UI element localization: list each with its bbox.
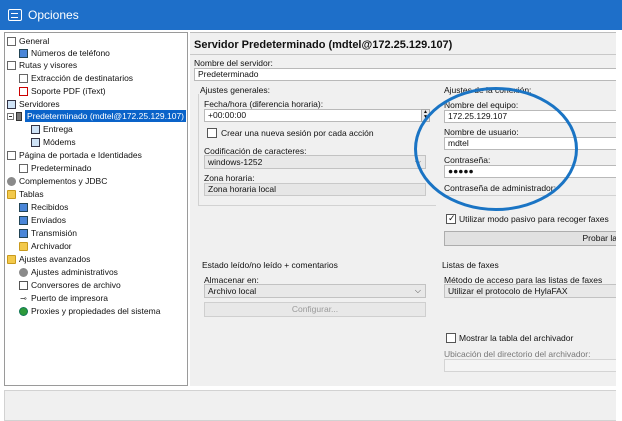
tree-item-sent[interactable]: Enviados bbox=[19, 214, 66, 226]
settings-page-icon bbox=[7, 36, 16, 46]
phone-book-icon bbox=[19, 48, 28, 58]
tree-item-received[interactable]: Recibidos bbox=[19, 201, 68, 213]
tree-item-default-identity[interactable]: Predeterminado bbox=[19, 162, 91, 174]
sent-icon bbox=[19, 215, 28, 225]
tree-item-routes-viewers[interactable]: Rutas y visores bbox=[7, 59, 77, 71]
passive-mode-label: Utilizar modo pasivo para recoger faxes bbox=[459, 214, 609, 224]
chevron-down-icon: ⌵ bbox=[414, 157, 421, 166]
transmission-icon bbox=[19, 228, 28, 238]
tree-item-recipient-extraction[interactable]: Extracción de destinatarios bbox=[19, 72, 133, 84]
collapse-icon[interactable] bbox=[7, 112, 14, 120]
tree-item-transmission[interactable]: Transmisión bbox=[19, 227, 77, 239]
title-bar: Opciones bbox=[0, 0, 622, 30]
plugin-icon bbox=[7, 176, 16, 186]
title-divider bbox=[190, 54, 622, 55]
admin-password-label: Contraseña de administrador: bbox=[444, 183, 556, 193]
server-icon bbox=[16, 111, 22, 121]
received-icon bbox=[19, 202, 28, 212]
server-settings-panel: Servidor Predeterminado (mdtel@172.25.12… bbox=[190, 32, 622, 386]
datetime-spinner[interactable]: ▲ ▼ bbox=[421, 109, 430, 122]
password-input[interactable]: ●●●●● bbox=[444, 165, 622, 178]
encoding-value: windows-1252 bbox=[208, 157, 263, 167]
identity-icon bbox=[19, 163, 28, 173]
tree-item-general[interactable]: General bbox=[7, 35, 49, 47]
tree-item-file-converters[interactable]: Conversores de archivo bbox=[19, 279, 121, 291]
passive-mode-checkbox[interactable] bbox=[446, 213, 456, 224]
server-name-input[interactable]: Predeterminado bbox=[194, 68, 622, 81]
folder-icon bbox=[7, 254, 16, 264]
tree-item-printer-port[interactable]: ⊸ Puerto de impresora bbox=[19, 292, 108, 304]
connection-group-label: Ajustes de la conexión: bbox=[444, 85, 532, 95]
general-group-label: Ajustes generales: bbox=[200, 85, 270, 95]
tree-item-plugins-jdbc[interactable]: Complementos y JDBC bbox=[7, 175, 107, 187]
pdf-icon bbox=[19, 86, 28, 96]
cover-page-icon bbox=[7, 150, 16, 160]
options-frame: General Números de teléfono Rutas y viso… bbox=[4, 32, 622, 421]
tree-item-admin-settings[interactable]: Ajustes administrativos bbox=[19, 266, 118, 278]
server-name-label: Nombre del servidor: bbox=[194, 58, 273, 68]
archive-dir-label: Ubicación del directorio del archivador: bbox=[444, 349, 591, 359]
delivery-icon bbox=[31, 124, 40, 134]
archive-dir-input bbox=[444, 359, 622, 372]
timezone-input[interactable]: Zona horaria local bbox=[204, 183, 426, 196]
timezone-label: Zona horaria: bbox=[204, 173, 255, 183]
modem-icon bbox=[31, 137, 40, 147]
tree-item-archive[interactable]: Archivador bbox=[19, 240, 72, 252]
tree-item-modems[interactable]: Módems bbox=[31, 136, 76, 148]
tree-item-phone-numbers[interactable]: Números de teléfono bbox=[19, 47, 110, 59]
password-label: Contraseña: bbox=[444, 155, 491, 165]
folder-icon bbox=[7, 189, 16, 199]
general-group-border bbox=[198, 94, 199, 205]
tree-item-servers[interactable]: Servidores bbox=[7, 98, 60, 110]
datetime-offset-input[interactable]: +00:00:00 bbox=[204, 109, 422, 122]
storage-select[interactable]: Archivo local ⌵ bbox=[204, 284, 426, 298]
new-session-label: Crear una nueva sesión por cada acción bbox=[221, 128, 374, 138]
window-clip-edge bbox=[616, 32, 622, 421]
configure-button[interactable]: Configurar... bbox=[204, 302, 426, 317]
printer-port-icon: ⊸ bbox=[20, 293, 27, 303]
tree-item-cover-pages[interactable]: Página de portada e Identidades bbox=[7, 149, 142, 161]
admin-gear-icon bbox=[19, 267, 28, 277]
username-input[interactable]: mdtel bbox=[444, 137, 622, 150]
host-input[interactable]: 172.25.129.107 bbox=[444, 110, 622, 123]
pdf-ps-icon bbox=[19, 280, 28, 290]
host-label: Nombre del equipo: bbox=[444, 100, 519, 110]
datetime-label: Fecha/hora (diferencia horaria): bbox=[204, 99, 324, 109]
options-tree[interactable]: General Números de teléfono Rutas y viso… bbox=[4, 32, 188, 386]
page-title: Servidor Predeterminado (mdtel@172.25.12… bbox=[194, 39, 453, 51]
tree-item-proxies[interactable]: Proxies y propiedades del sistema bbox=[19, 305, 160, 317]
test-connection-button[interactable]: Probar la bbox=[444, 231, 622, 246]
access-method-select[interactable]: Utilizar el protocolo de HylaFAX bbox=[444, 284, 622, 298]
username-label: Nombre de usuario: bbox=[444, 127, 519, 137]
show-archive-checkbox[interactable] bbox=[446, 333, 456, 343]
tree-item-advanced[interactable]: Ajustes avanzados bbox=[7, 253, 90, 265]
fax-lists-group-label: Listas de faxes bbox=[442, 260, 499, 270]
tree-item-pdf-support[interactable]: Soporte PDF (iText) bbox=[19, 85, 106, 97]
globe-icon bbox=[19, 306, 28, 316]
fax-app-icon bbox=[8, 9, 22, 21]
encoding-select[interactable]: windows-1252 ⌵ bbox=[204, 155, 426, 169]
window-title: Opciones bbox=[28, 8, 79, 22]
extract-icon bbox=[19, 73, 28, 83]
tree-item-delivery[interactable]: Entrega bbox=[31, 123, 73, 135]
dialog-footer bbox=[4, 390, 622, 421]
tree-item-default-server[interactable]: Predeterminado (mdtel@172.25.129.107) bbox=[7, 110, 187, 122]
servers-icon bbox=[7, 99, 16, 109]
general-group-border-bottom bbox=[198, 205, 436, 206]
read-status-group-label: Estado leído/no leído + comentarios bbox=[202, 260, 338, 270]
chevron-down-icon: ⌵ bbox=[414, 286, 421, 295]
tree-item-tables[interactable]: Tablas bbox=[7, 188, 44, 200]
archive-folder-icon bbox=[19, 241, 28, 251]
route-icon bbox=[7, 60, 16, 70]
show-archive-label: Mostrar la tabla del archivador bbox=[459, 333, 574, 343]
storage-value: Archivo local bbox=[208, 286, 257, 296]
connection-divider bbox=[442, 195, 622, 196]
new-session-checkbox[interactable] bbox=[207, 128, 217, 138]
